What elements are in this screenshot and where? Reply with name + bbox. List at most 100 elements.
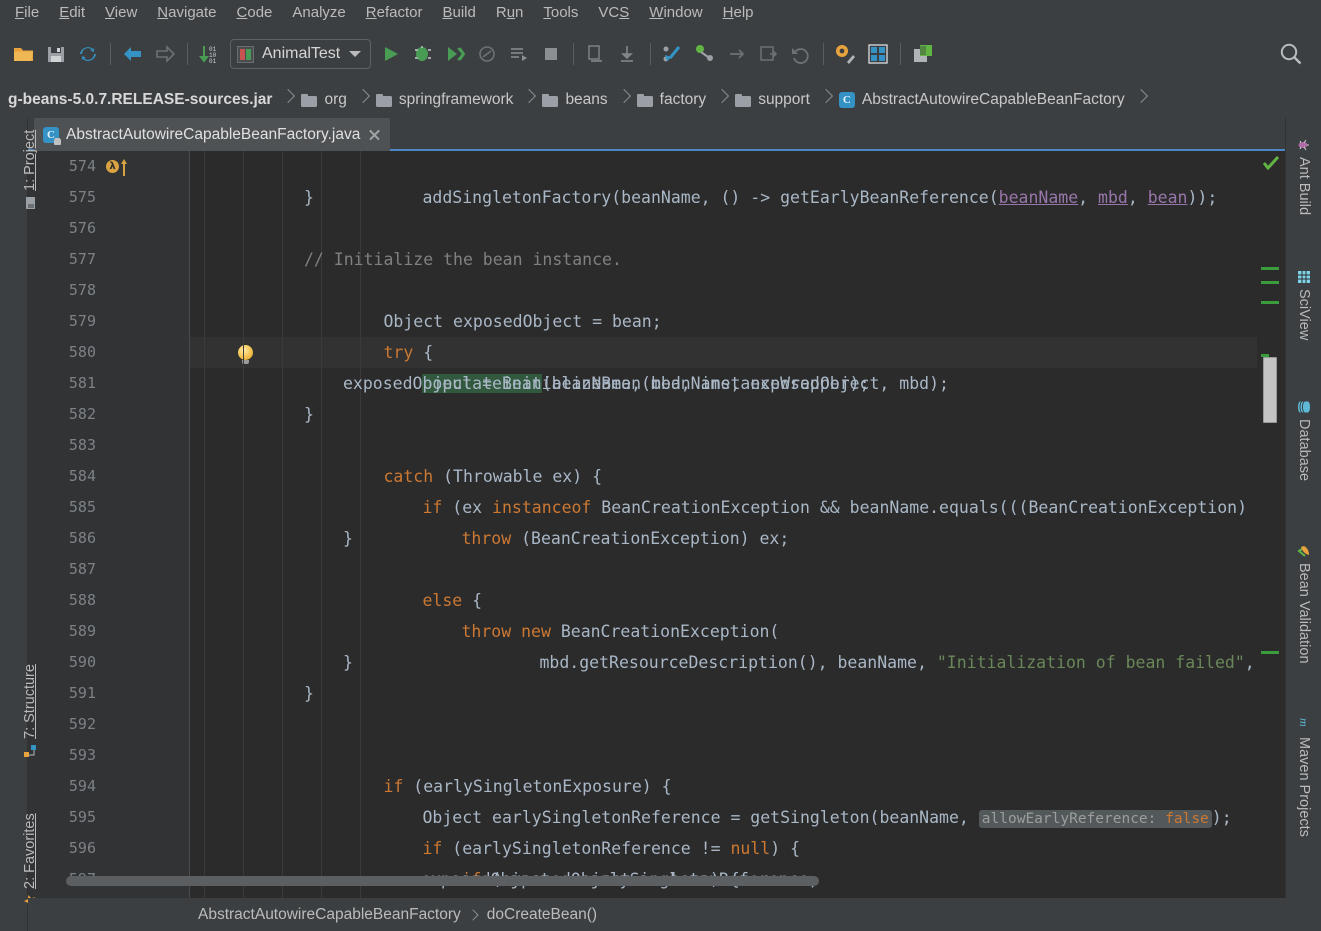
- sdk-manager-icon[interactable]: [907, 38, 939, 70]
- editor-tab-active[interactable]: C AbstractAutowireCapableBeanFactory.jav…: [34, 118, 390, 151]
- toolbar-separator: [187, 43, 188, 65]
- breadcrumb-item-support[interactable]: support: [727, 82, 820, 118]
- breadcrumb-item-beans[interactable]: beans: [534, 82, 617, 118]
- run-with-coverage-icon[interactable]: [439, 38, 471, 70]
- rollback-icon[interactable]: [753, 38, 785, 70]
- code-line-582: }: [304, 399, 314, 430]
- bottom-breadcrumb-method[interactable]: doCreateBean(): [487, 906, 597, 924]
- sidebar-item-structure[interactable]: 7: Structure: [22, 664, 38, 758]
- breadcrumb-item-factory[interactable]: factory: [629, 82, 717, 118]
- code-token: }: [304, 188, 314, 207]
- project-structure-icon[interactable]: [862, 38, 894, 70]
- menu-item-view[interactable]: View: [96, 2, 146, 25]
- line-number: 594: [28, 771, 96, 802]
- update-project-icon[interactable]: [657, 38, 689, 70]
- run-configuration-selector[interactable]: AnimalTest: [230, 39, 371, 69]
- breadcrumb-item-springframework[interactable]: springframework: [368, 82, 524, 118]
- close-icon[interactable]: [367, 127, 382, 142]
- bean-validation-icon: [1297, 544, 1311, 558]
- code-editor[interactable]: 574 575 576 577 578 579 580 581 582 583 …: [28, 151, 1285, 898]
- code-line-574: addSingletonFactory(beanName, () -> getE…: [343, 151, 1217, 182]
- breadcrumb-separator-icon: [716, 82, 727, 118]
- horizontal-scrollbar[interactable]: [66, 876, 819, 886]
- mute-breakpoints-icon[interactable]: [612, 38, 644, 70]
- code-line-577: // Initialize the bean instance.: [304, 244, 622, 275]
- sidebar-item-label: Database: [1296, 419, 1312, 481]
- breadcrumb-separator-icon: [357, 82, 368, 118]
- menu-item-edit[interactable]: Edit: [50, 2, 94, 25]
- stop-icon[interactable]: [535, 38, 567, 70]
- line-number: 577: [28, 244, 96, 275]
- sidebar-item-favorites[interactable]: 2: Favorites: [22, 813, 38, 908]
- editor-gutter[interactable]: 574 575 576 577 578 579 580 581 582 583 …: [28, 151, 190, 898]
- line-number: 592: [28, 709, 96, 740]
- usage-stripe-mark[interactable]: [1261, 281, 1279, 284]
- save-all-icon[interactable]: [40, 38, 72, 70]
- menu-item-tools[interactable]: Tools: [534, 2, 587, 25]
- inspection-ok-checkmark-icon[interactable]: [1262, 155, 1280, 171]
- inlay-hint-label: allowEarlyReference:: [982, 811, 1157, 827]
- menu-item-analyze[interactable]: Analyze: [283, 2, 354, 25]
- menu-item-code[interactable]: Code: [228, 2, 282, 25]
- sidebar-item-ant-build[interactable]: Ant Build: [1296, 138, 1312, 215]
- sidebar-item-bean-validation[interactable]: Bean Validation: [1296, 544, 1312, 664]
- compare-icon[interactable]: 01 10 01: [194, 38, 226, 70]
- navigate-back-icon[interactable]: [117, 38, 149, 70]
- sidebar-item-sciview[interactable]: SciView: [1296, 270, 1312, 340]
- usage-stripe-mark[interactable]: [1261, 267, 1279, 270]
- sidebar-item-label: 2: Favorites: [22, 813, 38, 889]
- toggle-breakpoint-icon[interactable]: [580, 38, 612, 70]
- line-number: 582: [28, 399, 96, 430]
- sidebar-item-label: Maven Projects: [1296, 737, 1312, 837]
- error-stripe-and-scrollbar[interactable]: [1257, 151, 1285, 898]
- code-text-layer[interactable]: addSingletonFactory(beanName, () -> getE…: [190, 151, 1285, 898]
- sidebar-item-database[interactable]: Database: [1296, 400, 1312, 481]
- breadcrumb-label: AbstractAutowireCapableBeanFactory: [862, 91, 1125, 109]
- menu-item-refactor[interactable]: Refactor: [357, 2, 432, 25]
- lambda-marker-icon[interactable]: λ: [106, 151, 136, 182]
- menu-item-window[interactable]: Window: [640, 2, 711, 25]
- line-number: 588: [28, 585, 96, 616]
- usage-stripe-mark[interactable]: [1261, 651, 1279, 654]
- run-dashboard-icon[interactable]: [503, 38, 535, 70]
- profile-icon[interactable]: [471, 38, 503, 70]
- bottom-breadcrumb-class[interactable]: AbstractAutowireCapableBeanFactory: [198, 906, 461, 924]
- vertical-scrollbar-thumb[interactable]: [1263, 357, 1277, 423]
- open-project-icon[interactable]: [8, 38, 40, 70]
- run-icon[interactable]: [375, 38, 407, 70]
- debug-icon[interactable]: [407, 38, 439, 70]
- navigate-forward-icon[interactable]: [149, 38, 181, 70]
- breadcrumb-label: beans: [565, 91, 607, 109]
- breadcrumb-separator-icon: [1135, 82, 1146, 118]
- usage-stripe-mark[interactable]: [1261, 301, 1279, 304]
- commit-icon[interactable]: [689, 38, 721, 70]
- menu-item-build[interactable]: Build: [433, 2, 484, 25]
- code-folding-strip[interactable]: [162, 151, 190, 898]
- menu-item-file[interactable]: File: [6, 2, 48, 25]
- settings-icon[interactable]: [830, 38, 862, 70]
- code-token: mbd: [1098, 188, 1128, 207]
- code-line-580: populateBean(beanName, mbd, instanceWrap…: [343, 337, 870, 368]
- lambda-glyph: λ: [106, 160, 119, 173]
- breadcrumb-item-jar[interactable]: g-beans-5.0.7.RELEASE-sources.jar: [0, 82, 282, 118]
- search-everywhere-icon[interactable]: [1275, 38, 1307, 70]
- breadcrumb-item-org[interactable]: org: [293, 82, 356, 118]
- push-icon[interactable]: [721, 38, 753, 70]
- inlay-parameter-hint[interactable]: allowEarlyReference: false: [979, 810, 1212, 828]
- line-number: 585: [28, 492, 96, 523]
- revert-icon[interactable]: [785, 38, 817, 70]
- menu-item-navigate[interactable]: Navigate: [148, 2, 225, 25]
- menu-item-help[interactable]: Help: [714, 2, 763, 25]
- sidebar-item-project[interactable]: 1: Project: [22, 130, 38, 210]
- sidebar-item-label: SciView: [1296, 289, 1312, 340]
- synchronize-icon[interactable]: [72, 38, 104, 70]
- chevron-down-icon[interactable]: [348, 49, 362, 59]
- folder-icon: [542, 93, 558, 107]
- menu-item-run[interactable]: Run: [487, 2, 533, 25]
- code-line-585: throw (BeanCreationException) ex;: [382, 492, 789, 523]
- overriding-method-up-arrow-icon[interactable]: [120, 158, 128, 176]
- sidebar-item-maven-projects[interactable]: m Maven Projects: [1296, 718, 1312, 837]
- breadcrumb-item-class[interactable]: C AbstractAutowireCapableBeanFactory: [831, 82, 1135, 118]
- menu-item-vcs[interactable]: VCS: [589, 2, 638, 25]
- ant-build-icon: [1297, 138, 1311, 152]
